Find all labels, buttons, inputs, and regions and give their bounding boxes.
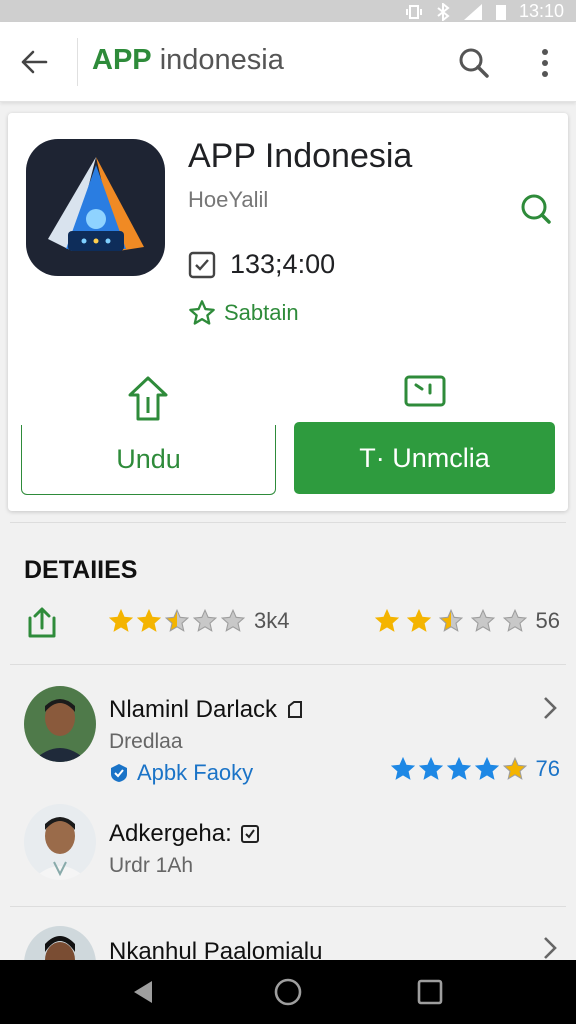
section-divider: [10, 906, 566, 907]
reviewer-name-row: Nlaminl Darlack: [109, 696, 305, 724]
star-icon: [474, 756, 499, 780]
open-button[interactable]: T· Unmclia: [294, 422, 555, 494]
app-info-row: 133;4:00: [188, 249, 335, 280]
star-icon: [136, 608, 162, 632]
details-title: DETAIIES: [24, 556, 138, 584]
star-icon: [406, 608, 431, 632]
nav-home-icon[interactable]: [272, 976, 304, 1008]
star-icon: [164, 608, 190, 632]
back-button[interactable]: [14, 44, 54, 80]
rating-right-value: 56: [535, 608, 560, 633]
reviewer-name: Nkanhul Paalomialu: [109, 938, 323, 960]
star-icon: [220, 608, 246, 632]
star-icon: [470, 608, 495, 632]
appbar-divider: [77, 38, 78, 86]
checkbox-small-icon: [240, 825, 259, 843]
search-app-bar: APP indonesia: [0, 22, 576, 102]
app-icon: [26, 139, 165, 276]
reviewer-link[interactable]: Apbk Faoky: [109, 760, 253, 786]
reviewer-name: Adkergeha:: [109, 820, 232, 847]
more-vert-icon: [542, 49, 548, 77]
rating-left-stars: [108, 608, 246, 634]
more-options-button[interactable]: [530, 44, 560, 82]
zoom-search-icon: [521, 194, 551, 224]
review-score: 76: [535, 756, 560, 781]
system-nav-bar: [0, 960, 576, 1024]
search-icon: [459, 48, 489, 78]
review-stars: [390, 756, 528, 782]
rating-left-value: 3k4: [254, 608, 290, 633]
star-icon: [374, 608, 399, 632]
rating-right-stars: [374, 608, 528, 634]
app-info-value: 133;4:00: [230, 249, 336, 279]
search-button[interactable]: [455, 44, 493, 82]
reviewer-subtitle: Dredlaa: [109, 730, 183, 753]
edit-icon: [288, 701, 303, 718]
nav-back-icon[interactable]: [130, 978, 158, 1006]
rating-right: 56: [374, 608, 560, 634]
star-icon: [108, 608, 134, 632]
section-divider: [10, 664, 566, 665]
arrow-back-icon: [21, 50, 48, 74]
verified-icon: [111, 764, 127, 782]
app-badge-label: Sabtain: [224, 300, 299, 325]
star-icon: [446, 756, 471, 780]
star-outline-icon: [189, 300, 215, 325]
install-button[interactable]: Undu: [21, 425, 276, 495]
reviewer-avatar: [24, 804, 96, 880]
reviewer-avatar: [24, 926, 96, 960]
review-item[interactable]: Adkergeha: Urdr 1Ah: [24, 804, 560, 884]
install-icon: [126, 375, 170, 423]
reviewer-name: Nlaminl Darlack: [109, 696, 278, 723]
nav-recent-icon[interactable]: [416, 978, 444, 1006]
review-rating: 76: [390, 756, 560, 782]
vibrate-icon: [405, 4, 422, 19]
search-query-field[interactable]: APP indonesia: [92, 44, 284, 77]
battery-icon: [495, 4, 506, 20]
signal-icon: [463, 3, 482, 20]
star-icon: [192, 608, 218, 632]
star-icon: [502, 608, 527, 632]
zoom-button[interactable]: [518, 191, 554, 227]
reviewer-avatar: [24, 686, 96, 762]
app-title: APP Indonesia: [188, 137, 413, 175]
star-icon: [390, 756, 415, 780]
reviewer-subtitle: Urdr 1Ah: [109, 854, 194, 877]
reviewer-name-row: Adkergeha:: [109, 820, 260, 848]
status-time: 13:10: [518, 1, 564, 21]
star-icon: [418, 756, 443, 780]
review-item[interactable]: Nkanhul Paalomialu: [24, 926, 560, 960]
star-icon: [502, 756, 527, 780]
star-icon: [438, 608, 463, 632]
chevron-right-icon[interactable]: [540, 694, 560, 722]
checkbox-icon: [188, 251, 216, 278]
reviewer-link-label: Apbk Faoky: [137, 760, 254, 785]
share-icon[interactable]: [24, 606, 60, 640]
app-header-card: APP Indonesia HoeYalil 133;4:00 Sabtain …: [8, 113, 568, 511]
tv-icon: [404, 375, 446, 407]
rating-left: 3k4: [108, 608, 289, 634]
review-item[interactable]: Nlaminl Darlack Dredlaa Apbk Faoky 76: [24, 686, 560, 786]
search-query-rest: indonesia: [151, 44, 284, 76]
status-bar: 13:10: [0, 0, 576, 22]
bluetooth-icon: [437, 2, 450, 21]
app-badge: Sabtain: [188, 299, 299, 327]
details-ratings: 3k4 56: [24, 604, 560, 644]
chevron-right-icon[interactable]: [540, 934, 560, 960]
section-divider: [10, 522, 566, 523]
search-query-accent: APP: [92, 44, 152, 76]
app-developer[interactable]: HoeYalil: [188, 187, 268, 213]
